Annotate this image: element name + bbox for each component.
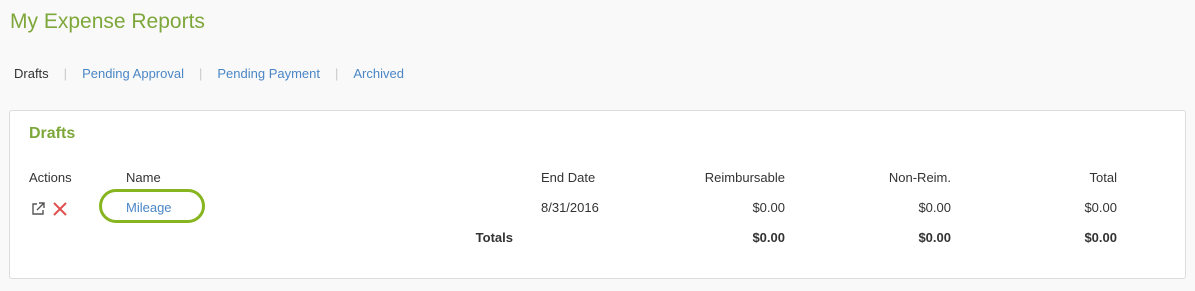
column-header-actions: Actions (29, 170, 72, 185)
delete-x-icon[interactable] (52, 201, 68, 217)
tab-divider: | (335, 66, 339, 81)
report-reimbursable: $0.00 (752, 200, 785, 215)
totals-label: Totals (475, 230, 513, 245)
totals-non-reim: $0.00 (918, 230, 951, 245)
column-header-name: Name (126, 170, 161, 185)
report-tabs: Drafts | Pending Approval | Pending Paym… (14, 66, 404, 81)
column-header-total: Total (1089, 170, 1117, 185)
column-header-non-reim: Non-Reim. (888, 170, 951, 185)
tab-drafts[interactable]: Drafts (14, 66, 49, 81)
row-actions (30, 201, 68, 217)
column-header-end-date: End Date (541, 170, 596, 185)
page-title: My Expense Reports (10, 10, 205, 33)
tab-divider: | (63, 66, 68, 81)
panel-title: Drafts (29, 125, 76, 142)
totals-total: $0.00 (1084, 230, 1117, 245)
report-total: $0.00 (1084, 200, 1117, 215)
tab-pending-payment[interactable]: Pending Payment (217, 66, 320, 81)
column-header-reimbursable: Reimbursable (704, 170, 785, 185)
tab-divider: | (198, 66, 203, 81)
report-non-reim: $0.00 (918, 200, 951, 215)
drafts-panel: Drafts Actions Name End Date Reimbursabl… (9, 110, 1186, 279)
external-link-icon[interactable] (30, 201, 46, 217)
report-name-link[interactable]: Mileage (126, 200, 172, 215)
tab-pending-approval[interactable]: Pending Approval (82, 66, 184, 81)
tab-archived[interactable]: Archived (353, 66, 404, 81)
totals-reimbursable: $0.00 (752, 230, 785, 245)
report-end-date: 8/31/2016 (541, 200, 599, 215)
